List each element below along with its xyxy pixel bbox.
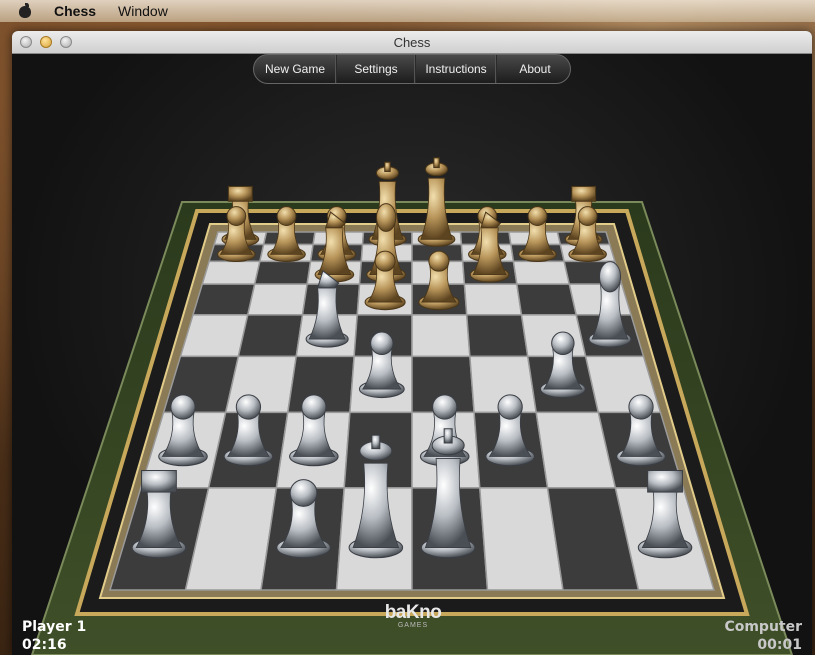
square-b5[interactable] — [246, 283, 309, 316]
square-f4[interactable] — [465, 314, 529, 358]
logo-subtext: GAMES — [397, 622, 429, 629]
square-a6[interactable] — [201, 260, 261, 285]
square-a4[interactable] — [179, 314, 249, 358]
chess-board[interactable] — [12, 54, 812, 655]
new-game-button[interactable]: New Game — [254, 55, 337, 83]
menu-app-name[interactable]: Chess — [54, 3, 96, 19]
instructions-button[interactable]: Instructions — [416, 55, 497, 83]
window-title: Chess — [393, 34, 431, 50]
player-name: Player 1 — [22, 619, 87, 635]
window-controls — [20, 36, 72, 48]
close-button[interactable] — [20, 36, 32, 48]
computer-name: Computer — [724, 619, 802, 635]
square-g6[interactable] — [512, 260, 571, 285]
square-b6[interactable] — [253, 260, 312, 285]
square-a5[interactable] — [191, 283, 256, 316]
logo-text: baKno — [384, 602, 442, 623]
menu-window[interactable]: Window — [118, 3, 168, 19]
settings-button[interactable]: Settings — [337, 55, 416, 83]
square-b4[interactable] — [237, 314, 304, 358]
apple-menu-icon[interactable] — [18, 3, 32, 19]
square-e4[interactable] — [411, 314, 471, 358]
minimize-button[interactable] — [40, 36, 52, 48]
about-button[interactable]: About — [497, 55, 570, 83]
game-toolbar: New Game Settings Instructions About — [253, 54, 571, 84]
game-area: New Game Settings Instructions About baK… — [12, 54, 812, 655]
computer-clock: 00:01 — [757, 637, 802, 653]
chess-window: Chess New Game Settings Instructions Abo… — [12, 31, 812, 655]
player-clock: 02:16 — [22, 637, 67, 653]
square-f5[interactable] — [463, 283, 523, 316]
zoom-button[interactable] — [60, 36, 72, 48]
menubar: Chess Window — [0, 0, 815, 22]
window-titlebar[interactable]: Chess — [12, 31, 812, 54]
bakno-logo: baKno GAMES — [378, 602, 448, 629]
square-g5[interactable] — [515, 283, 578, 316]
